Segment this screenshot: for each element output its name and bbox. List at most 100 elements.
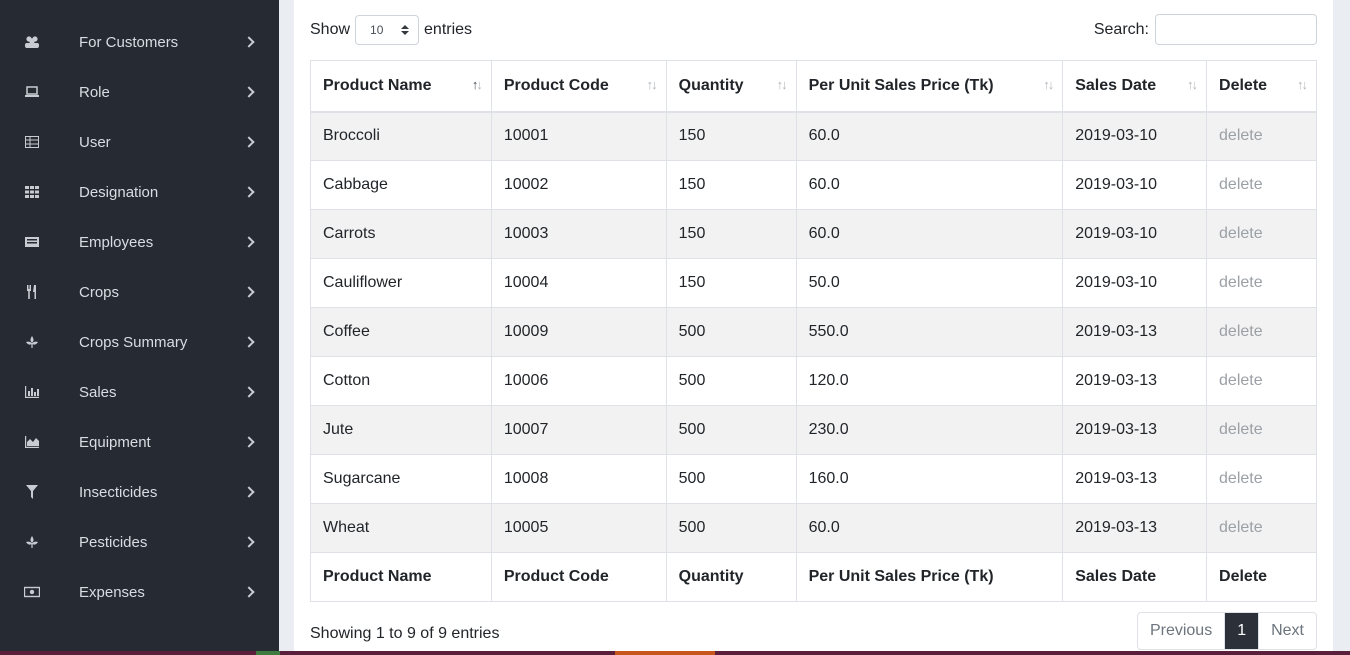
table-info: Showing 1 to 9 of 9 entries: [310, 625, 500, 642]
bar-chart-icon: [24, 384, 40, 400]
cell-quantity: 500: [665, 454, 797, 504]
cell-product-code: 10003: [490, 209, 667, 259]
search-control: Search:: [1094, 14, 1317, 45]
search-label: Search:: [1093, 20, 1149, 38]
cell-quantity: 150: [665, 258, 797, 308]
sort-icon: ↑↓: [646, 77, 658, 92]
sidebar-item-label: Insecticides: [79, 483, 158, 501]
leaf-icon: [24, 534, 40, 550]
chevron-right-icon: [243, 386, 255, 398]
sidebar-item-insecticides[interactable]: Insecticides: [0, 467, 279, 517]
cell-product-name: Jute: [310, 405, 492, 455]
cell-product-name: Cabbage: [310, 160, 492, 210]
cell-unit-price: 230.0: [795, 405, 1064, 455]
pagination: Previous 1 Next: [1136, 612, 1317, 650]
chevron-right-icon: [243, 286, 255, 298]
sidebar-item-label: Role: [79, 83, 110, 101]
entries-label: entries: [424, 21, 473, 38]
area-chart-icon: [24, 434, 40, 450]
cell-unit-price: 120.0: [795, 356, 1064, 406]
cell-unit-price: 60.0: [795, 503, 1064, 553]
cell-product-code: 10006: [490, 356, 667, 406]
sidebar: For Customers Role User Designation Empl…: [0, 0, 279, 655]
delete-link[interactable]: delete: [1206, 160, 1317, 210]
column-header-unit-price[interactable]: Per Unit Sales Price (Tk) ↑↓: [795, 60, 1064, 113]
footer-header-sales-date: Sales Date: [1062, 552, 1208, 602]
entries-select[interactable]: 10: [355, 15, 420, 45]
sidebar-item-label: Equipment: [79, 433, 151, 451]
sidebar-item-crops[interactable]: Crops: [0, 267, 279, 317]
sidebar-item-user[interactable]: User: [0, 117, 279, 167]
entries-length-control: Show 10 entries: [310, 15, 473, 45]
cell-product-code: 10001: [490, 111, 667, 161]
cell-product-name: Sugarcane: [310, 454, 492, 504]
sidebar-item-label: Pesticides: [79, 533, 148, 551]
search-input[interactable]: [1155, 14, 1317, 45]
cell-unit-price: 50.0: [795, 258, 1064, 308]
sidebar-item-equipment[interactable]: Equipment: [0, 417, 279, 467]
sidebar-item-pesticides[interactable]: Pesticides: [0, 517, 279, 567]
delete-link[interactable]: delete: [1206, 111, 1317, 161]
sidebar-item-designation[interactable]: Designation: [0, 167, 279, 217]
table-row: Wheat 10005 500 60.0 2019-03-13 delete: [310, 503, 1317, 553]
cell-product-name: Cotton: [310, 356, 492, 406]
sidebar-item-crops-summary[interactable]: Crops Summary: [0, 317, 279, 367]
delete-link[interactable]: delete: [1206, 503, 1317, 553]
footer-header-product-name: Product Name: [310, 552, 492, 602]
cell-product-code: 10007: [490, 405, 667, 455]
cell-sales-date: 2019-03-13: [1062, 454, 1208, 504]
cell-unit-price: 60.0: [795, 160, 1064, 210]
cell-sales-date: 2019-03-13: [1062, 503, 1208, 553]
delete-link[interactable]: delete: [1206, 209, 1317, 259]
table-row: Sugarcane 10008 500 160.0 2019-03-13 del…: [310, 454, 1317, 504]
money-icon: [24, 584, 40, 600]
column-header-product-name[interactable]: Product Name ↑↓: [310, 60, 492, 113]
table-row: Cabbage 10002 150 60.0 2019-03-10 delete: [310, 160, 1317, 210]
sort-icon: ↑↓: [1187, 77, 1198, 92]
footer-header-unit-price: Per Unit Sales Price (Tk): [795, 552, 1064, 602]
cell-product-code: 10009: [490, 307, 667, 357]
delete-link[interactable]: delete: [1206, 356, 1317, 406]
sales-table: Product Name ↑↓ Product Code ↑↓ Quantity ↑↓…: [310, 60, 1317, 602]
sidebar-item-label: Employees: [79, 233, 154, 251]
previous-button[interactable]: Previous: [1138, 613, 1224, 649]
cell-product-name: Wheat: [310, 503, 492, 553]
cell-sales-date: 2019-03-13: [1062, 307, 1208, 357]
column-header-quantity[interactable]: Quantity ↑↓: [665, 60, 797, 113]
sidebar-item-employees[interactable]: Employees: [0, 217, 279, 267]
sidebar-item-expenses[interactable]: Expenses: [0, 567, 279, 617]
sort-icon: ↑↓: [1297, 77, 1308, 92]
delete-link[interactable]: delete: [1206, 258, 1317, 308]
sidebar-item-label: For Customers: [79, 33, 179, 51]
footer-header-delete: Delete: [1206, 552, 1317, 602]
leaf-icon: [24, 334, 40, 350]
column-header-sales-date[interactable]: Sales Date ↑↓: [1062, 60, 1208, 113]
cell-quantity: 150: [665, 209, 797, 259]
sidebar-item-label: Expenses: [79, 583, 145, 601]
sidebar-item-role[interactable]: Role: [0, 67, 279, 117]
delete-link[interactable]: delete: [1206, 454, 1317, 504]
page-1-button[interactable]: 1: [1224, 613, 1259, 649]
column-header-delete[interactable]: Delete ↑↓: [1206, 60, 1317, 113]
table-row: Coffee 10009 500 550.0 2019-03-13 delete: [310, 307, 1317, 357]
next-button[interactable]: Next: [1258, 613, 1316, 649]
sort-asc-icon: ↑↓: [471, 77, 483, 92]
sidebar-item-sales[interactable]: Sales: [0, 367, 279, 417]
cell-quantity: 500: [665, 356, 797, 406]
cell-product-name: Cauliflower: [310, 258, 492, 308]
content-panel: Show 10 entries Search: Product Name ↑↓ P…: [294, 0, 1333, 655]
delete-link[interactable]: delete: [1206, 405, 1317, 455]
chevron-right-icon: [243, 486, 255, 498]
taskbar-segment: [615, 651, 715, 655]
utensils-icon: [24, 284, 40, 300]
cell-quantity: 500: [665, 307, 797, 357]
sidebar-item-for-customers[interactable]: For Customers: [0, 17, 279, 67]
users-icon: [24, 34, 40, 50]
column-header-product-code[interactable]: Product Code ↑↓: [490, 60, 667, 113]
taskbar-strip: [0, 651, 1350, 655]
cell-sales-date: 2019-03-10: [1062, 209, 1208, 259]
sidebar-item-label: User: [79, 133, 111, 151]
cell-product-name: Coffee: [310, 307, 492, 357]
delete-link[interactable]: delete: [1206, 307, 1317, 357]
cell-unit-price: 550.0: [795, 307, 1064, 357]
